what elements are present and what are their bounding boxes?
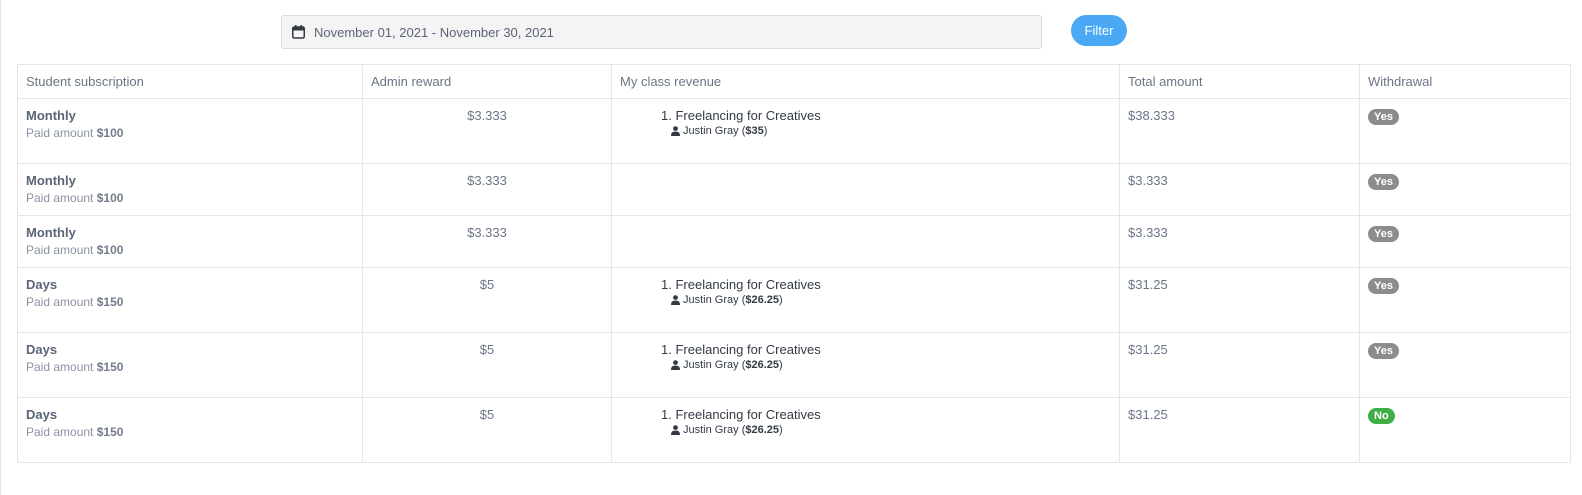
paid-amount: Paid amount $100 — [26, 126, 124, 140]
class-revenue-cell: 1. Freelancing for Creatives Justin Gray… — [611, 397, 1120, 463]
class-title: Freelancing for Creatives — [675, 108, 821, 123]
total-amount-cell: $38.333 — [1119, 98, 1360, 164]
user-icon — [671, 295, 680, 305]
withdrawal-cell: Yes — [1359, 215, 1571, 268]
class-revenue-cell: 1. Freelancing for Creatives Justin Gray… — [611, 332, 1120, 398]
total-amount-cell: $31.25 — [1119, 397, 1360, 463]
revenue-teacher: Justin Gray ($26.25) — [661, 358, 1111, 372]
status-badge: No — [1368, 408, 1395, 424]
subscription-cell: Monthly Paid amount $100 — [17, 98, 363, 164]
withdrawal-cell: Yes — [1359, 163, 1571, 216]
status-badge: Yes — [1368, 226, 1399, 242]
paid-amount: Paid amount $150 — [26, 295, 124, 309]
total-amount-cell: $3.333 — [1119, 215, 1360, 268]
paid-amount: Paid amount $100 — [26, 191, 124, 205]
table-row: Monthly Paid amount $100 $3.333 $3.333 Y… — [17, 163, 1571, 216]
subscription-cell: Days Paid amount $150 — [17, 397, 363, 463]
total-amount-cell: $31.25 — [1119, 267, 1360, 333]
revenue-teacher: Justin Gray ($26.25) — [661, 293, 1111, 307]
column-header-student-subscription: Student subscription — [17, 64, 363, 99]
date-range-value: November 01, 2021 - November 30, 2021 — [314, 24, 554, 40]
table-row: Days Paid amount $150 $5 1. Freelancing … — [17, 397, 1571, 463]
admin-reward-cell: $3.333 — [362, 163, 612, 216]
filter-toolbar: November 01, 2021 - November 30, 2021 Fi… — [0, 0, 1582, 64]
subscription-cell: Days Paid amount $150 — [17, 332, 363, 398]
class-revenue-cell: 1. Freelancing for Creatives Justin Gray… — [611, 267, 1120, 333]
class-revenue-cell — [611, 163, 1120, 216]
table-header-row: Student subscription Admin reward My cla… — [17, 64, 1571, 99]
subscription-cell: Days Paid amount $150 — [17, 267, 363, 333]
plan-name: Monthly — [26, 173, 76, 188]
total-amount-cell: $3.333 — [1119, 163, 1360, 216]
plan-name: Days — [26, 277, 58, 292]
admin-reward-cell: $5 — [362, 332, 612, 398]
plan-name: Days — [26, 342, 58, 357]
status-badge: Yes — [1368, 278, 1399, 294]
revenue-table: Student subscription Admin reward My cla… — [17, 64, 1571, 463]
class-title: Freelancing for Creatives — [675, 342, 821, 357]
column-header-total-amount: Total amount — [1119, 64, 1360, 99]
column-header-class-revenue: My class revenue — [611, 64, 1120, 99]
user-icon — [671, 425, 680, 435]
user-icon — [671, 360, 680, 370]
table-row: Days Paid amount $150 $5 1. Freelancing … — [17, 267, 1571, 333]
plan-name: Days — [26, 407, 58, 422]
paid-amount: Paid amount $100 — [26, 243, 124, 257]
paid-amount: Paid amount $150 — [26, 425, 124, 439]
paid-amount: Paid amount $150 — [26, 360, 124, 374]
table-row: Days Paid amount $150 $5 1. Freelancing … — [17, 332, 1571, 398]
subscription-cell: Monthly Paid amount $100 — [17, 163, 363, 216]
revenue-teacher: Justin Gray ($26.25) — [661, 423, 1111, 437]
user-icon — [671, 126, 680, 136]
withdrawal-cell: Yes — [1359, 267, 1571, 333]
class-title: Freelancing for Creatives — [675, 277, 821, 292]
admin-reward-cell: $5 — [362, 397, 612, 463]
withdrawal-cell: Yes — [1359, 98, 1571, 164]
withdrawal-cell: Yes — [1359, 332, 1571, 398]
calendar-icon — [292, 25, 306, 39]
admin-reward-cell: $5 — [362, 267, 612, 333]
status-badge: Yes — [1368, 109, 1399, 125]
table-row: Monthly Paid amount $100 $3.333 $3.333 Y… — [17, 215, 1571, 268]
revenue-item: 1. Freelancing for Creatives — [661, 108, 821, 123]
plan-name: Monthly — [26, 108, 76, 123]
subscription-cell: Monthly Paid amount $100 — [17, 215, 363, 268]
revenue-item: 1. Freelancing for Creatives — [661, 407, 821, 422]
class-title: Freelancing for Creatives — [675, 407, 821, 422]
plan-name: Monthly — [26, 225, 76, 240]
date-range-input[interactable]: November 01, 2021 - November 30, 2021 — [281, 15, 1042, 49]
column-header-admin-reward: Admin reward — [362, 64, 612, 99]
class-revenue-cell — [611, 215, 1120, 268]
column-header-withdrawal: Withdrawal — [1359, 64, 1571, 99]
admin-reward-cell: $3.333 — [362, 215, 612, 268]
table-row: Monthly Paid amount $100 $3.333 1. Freel… — [17, 98, 1571, 164]
withdrawal-cell: No — [1359, 397, 1571, 463]
revenue-teacher: Justin Gray ($35) — [661, 124, 1111, 138]
class-revenue-cell: 1. Freelancing for Creatives Justin Gray… — [611, 98, 1120, 164]
revenue-item: 1. Freelancing for Creatives — [661, 277, 821, 292]
total-amount-cell: $31.25 — [1119, 332, 1360, 398]
admin-reward-cell: $3.333 — [362, 98, 612, 164]
revenue-item: 1. Freelancing for Creatives — [661, 342, 821, 357]
filter-button[interactable]: Filter — [1071, 15, 1127, 46]
status-badge: Yes — [1368, 174, 1399, 190]
status-badge: Yes — [1368, 343, 1399, 359]
